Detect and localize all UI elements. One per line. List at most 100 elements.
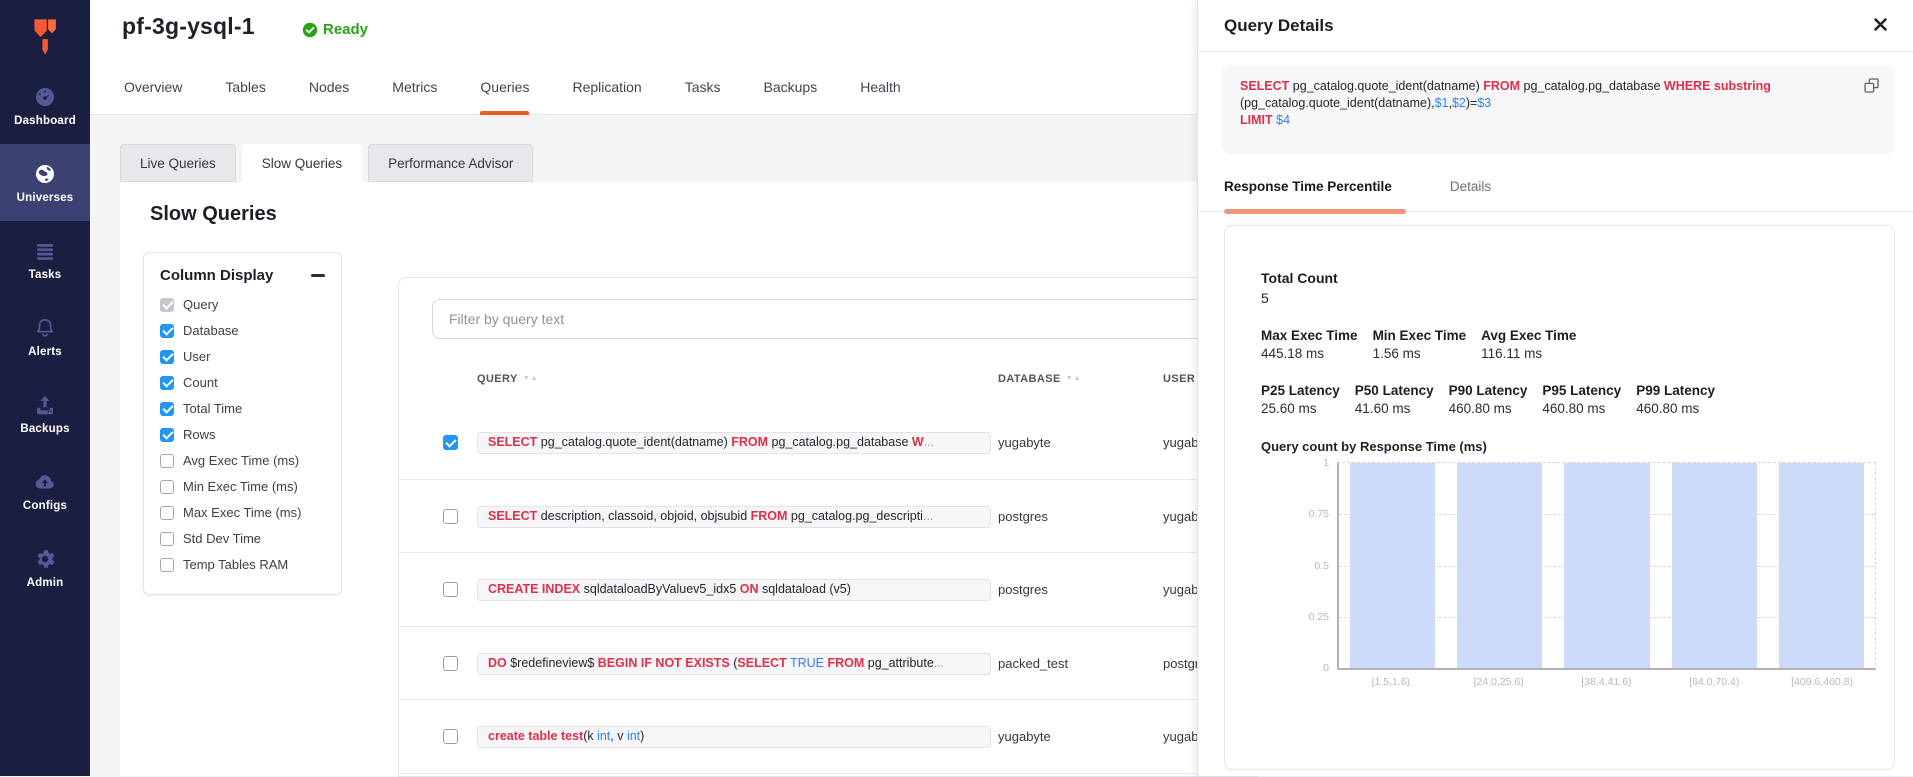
tab-health[interactable]: Health	[860, 58, 900, 115]
column-option-temp-tables-ram[interactable]: Temp Tables RAM	[160, 557, 325, 572]
column-option-label: Count	[183, 375, 218, 390]
checkbox[interactable]	[160, 324, 174, 338]
checkbox[interactable]	[160, 506, 174, 520]
query-text-chip[interactable]: SELECT description, classoid, objoid, ob…	[477, 506, 991, 528]
stat-value: 116.11 ms	[1481, 346, 1576, 361]
tab-overview[interactable]: Overview	[124, 58, 182, 115]
query-details-panel: Query Details SELECT pg_catalog.quote_id…	[1197, 0, 1913, 776]
checkbox[interactable]	[160, 428, 174, 442]
stat-label: P50 Latency	[1355, 383, 1434, 398]
column-header-database[interactable]: DATABASE▼▲	[998, 373, 1082, 385]
subtab-performance-advisor[interactable]: Performance Advisor	[368, 144, 533, 182]
sql-line: SELECT pg_catalog.quote_ident(datname) F…	[1240, 78, 1843, 95]
column-option-avg-exec-time-ms-[interactable]: Avg Exec Time (ms)	[160, 453, 325, 468]
bell-icon	[33, 315, 57, 341]
sort-arrows-icon[interactable]: ▼▲	[1066, 375, 1082, 382]
globe-icon	[33, 161, 57, 187]
details-tab-details[interactable]: Details	[1450, 165, 1491, 211]
total-count-label: Total Count	[1261, 270, 1864, 286]
close-icon[interactable]	[1873, 17, 1891, 35]
query-table-row[interactable]: SELECT pg_catalog.quote_ident(datname) F…	[399, 406, 1257, 480]
stat-p95-latency: P95 Latency460.80 ms	[1542, 383, 1621, 416]
checkbox[interactable]	[160, 532, 174, 546]
sidebar-item-backups[interactable]: Backups	[0, 375, 90, 452]
column-option-label: Query	[183, 297, 218, 312]
column-option-label: Max Exec Time (ms)	[183, 505, 301, 520]
row-checkbox[interactable]	[443, 656, 458, 671]
column-display-title: Column Display	[160, 267, 273, 284]
row-checkbox[interactable]	[443, 509, 458, 524]
column-option-total-time[interactable]: Total Time	[160, 401, 325, 416]
stat-avg-exec-time: Avg Exec Time116.11 ms	[1481, 328, 1576, 361]
query-table-row[interactable]: DO $redefineview$ BEGIN IF NOT EXISTS (S…	[399, 627, 1257, 701]
checkbox[interactable]	[160, 376, 174, 390]
row-checkbox[interactable]	[443, 729, 458, 744]
universe-header: pf-3g-ysql-1 Ready OverviewTablesNodesMe…	[90, 0, 1197, 115]
tab-replication[interactable]: Replication	[572, 58, 641, 115]
sidebar-item-configs[interactable]: Configs	[0, 452, 90, 529]
query-table-row[interactable]: SELECT description, classoid, objoid, ob…	[399, 480, 1257, 554]
column-option-label: Total Time	[183, 401, 242, 416]
query-text-chip[interactable]: CREATE INDEX sqldataloadByValuev5_idx5 O…	[477, 579, 991, 601]
yugabyte-logo[interactable]	[0, 0, 90, 66]
checkbox[interactable]	[160, 298, 174, 312]
check-circle-icon	[302, 22, 318, 38]
subtab-slow-queries[interactable]: Slow Queries	[242, 144, 362, 182]
subtab-live-queries[interactable]: Live Queries	[120, 144, 236, 182]
status-label: Ready	[323, 21, 368, 38]
copy-icon[interactable]	[1862, 76, 1881, 100]
stat-p99-latency: P99 Latency460.80 ms	[1636, 383, 1715, 416]
query-text-chip[interactable]: SELECT pg_catalog.quote_ident(datname) F…	[477, 432, 991, 454]
column-display-options: Query Database User Count Total Time Rows Avg …	[160, 297, 325, 572]
column-header-query[interactable]: QUERY▼▲	[477, 373, 539, 385]
checkbox[interactable]	[160, 480, 174, 494]
query-text-chip[interactable]: DO $redefineview$ BEGIN IF NOT EXISTS (S…	[477, 653, 991, 675]
column-option-user[interactable]: User	[160, 349, 325, 364]
sort-arrows-icon[interactable]: ▼▲	[523, 375, 539, 382]
column-option-database[interactable]: Database	[160, 323, 325, 338]
upload-icon	[33, 392, 57, 418]
sidebar-item-dashboard[interactable]: Dashboard	[0, 67, 90, 144]
query-table-row[interactable]: create table test(k int, v int)yugabytey…	[399, 700, 1257, 774]
sidebar-item-tasks[interactable]: Tasks	[0, 221, 90, 298]
percentile-stats-card: Total Count 5 Max Exec Time445.18 msMin …	[1224, 225, 1895, 770]
column-option-min-exec-time-ms-[interactable]: Min Exec Time (ms)	[160, 479, 325, 494]
query-text-chip[interactable]: create table test(k int, v int)	[477, 726, 991, 748]
stat-value: 25.60 ms	[1261, 401, 1340, 416]
tab-metrics[interactable]: Metrics	[392, 58, 437, 115]
checkbox[interactable]	[160, 454, 174, 468]
sidebar-item-label: Tasks	[29, 269, 62, 281]
x-axis-tick-label: [1.5,1.6)	[1337, 676, 1445, 688]
query-details-title: Query Details	[1224, 16, 1334, 36]
column-option-std-dev-time[interactable]: Std Dev Time	[160, 531, 325, 546]
tab-tables[interactable]: Tables	[225, 58, 265, 115]
checkbox[interactable]	[160, 402, 174, 416]
y-axis-tick-label: 0	[1283, 662, 1329, 674]
row-checkbox[interactable]	[443, 435, 458, 450]
column-option-rows[interactable]: Rows	[160, 427, 325, 442]
sidebar-item-alerts[interactable]: Alerts	[0, 298, 90, 375]
details-tab-response-time-percentile[interactable]: Response Time Percentile	[1224, 165, 1392, 211]
collapse-minus-icon[interactable]	[311, 274, 325, 277]
tab-nodes[interactable]: Nodes	[309, 58, 349, 115]
checkbox[interactable]	[160, 350, 174, 364]
query-table-row[interactable]: CREATE INDEX sqldataloadByValuev5_idx5 O…	[399, 553, 1257, 627]
queries-subtabs: Live QueriesSlow QueriesPerformance Advi…	[120, 144, 533, 182]
sidebar-item-universes[interactable]: Universes	[0, 144, 90, 221]
sidebar-item-admin[interactable]: Admin	[0, 529, 90, 606]
column-option-label: Rows	[183, 427, 216, 442]
column-option-query[interactable]: Query	[160, 297, 325, 312]
x-axis-tick-label: [38.4,41.6)	[1553, 676, 1661, 688]
stat-label: P99 Latency	[1636, 383, 1715, 398]
database-cell: postgres	[998, 509, 1048, 524]
tab-backups[interactable]: Backups	[764, 58, 818, 115]
column-option-count[interactable]: Count	[160, 375, 325, 390]
row-checkbox[interactable]	[443, 582, 458, 597]
checkbox[interactable]	[160, 558, 174, 572]
cloud-upload-icon	[33, 469, 57, 495]
query-sql-box: SELECT pg_catalog.quote_ident(datname) F…	[1222, 66, 1895, 154]
column-option-max-exec-time-ms-[interactable]: Max Exec Time (ms)	[160, 505, 325, 520]
tab-queries[interactable]: Queries	[480, 58, 529, 115]
tab-tasks[interactable]: Tasks	[685, 58, 721, 115]
query-filter-input[interactable]	[432, 299, 1222, 339]
